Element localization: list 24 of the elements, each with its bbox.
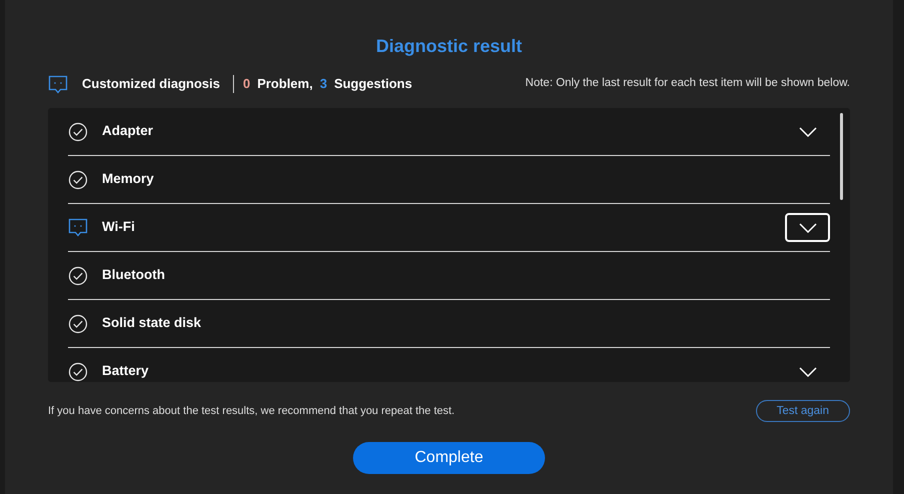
- result-row[interactable]: Bluetooth: [68, 252, 830, 300]
- chevron-icon: [798, 126, 816, 136]
- item-label: Bluetooth: [102, 266, 165, 284]
- suggestion-count: 3: [320, 75, 328, 94]
- suggestion-label: Suggestions: [334, 75, 412, 94]
- item-label: Solid state disk: [102, 314, 202, 332]
- item-label: Battery: [102, 362, 149, 380]
- test-again-button[interactable]: Test again: [756, 400, 850, 422]
- result-row[interactable]: Solid state disk: [68, 300, 830, 348]
- mode-label: Customized diagnosis: [82, 75, 220, 94]
- chat-bubble-icon: [48, 74, 68, 94]
- item-label: Adapter: [102, 122, 154, 140]
- problem-label: Problem,: [257, 75, 313, 94]
- problem-count: 0: [242, 75, 250, 94]
- hint-text: If you have concerns about the test results, we recommend that you repeat the test.: [48, 404, 455, 419]
- complete-button[interactable]: Complete: [353, 442, 545, 474]
- item-label: Wi-Fi: [102, 218, 135, 236]
- chevron-icon: [798, 366, 816, 376]
- dialog-title: Diagnostic result: [374, 35, 524, 58]
- note-text: Note: Only the last result for each test item will be shown below.: [525, 76, 850, 92]
- result-row[interactable]: Memory: [68, 156, 830, 204]
- chevron-icon: [798, 222, 816, 232]
- expand-button[interactable]: [785, 213, 830, 242]
- item-label: Memory: [102, 170, 154, 188]
